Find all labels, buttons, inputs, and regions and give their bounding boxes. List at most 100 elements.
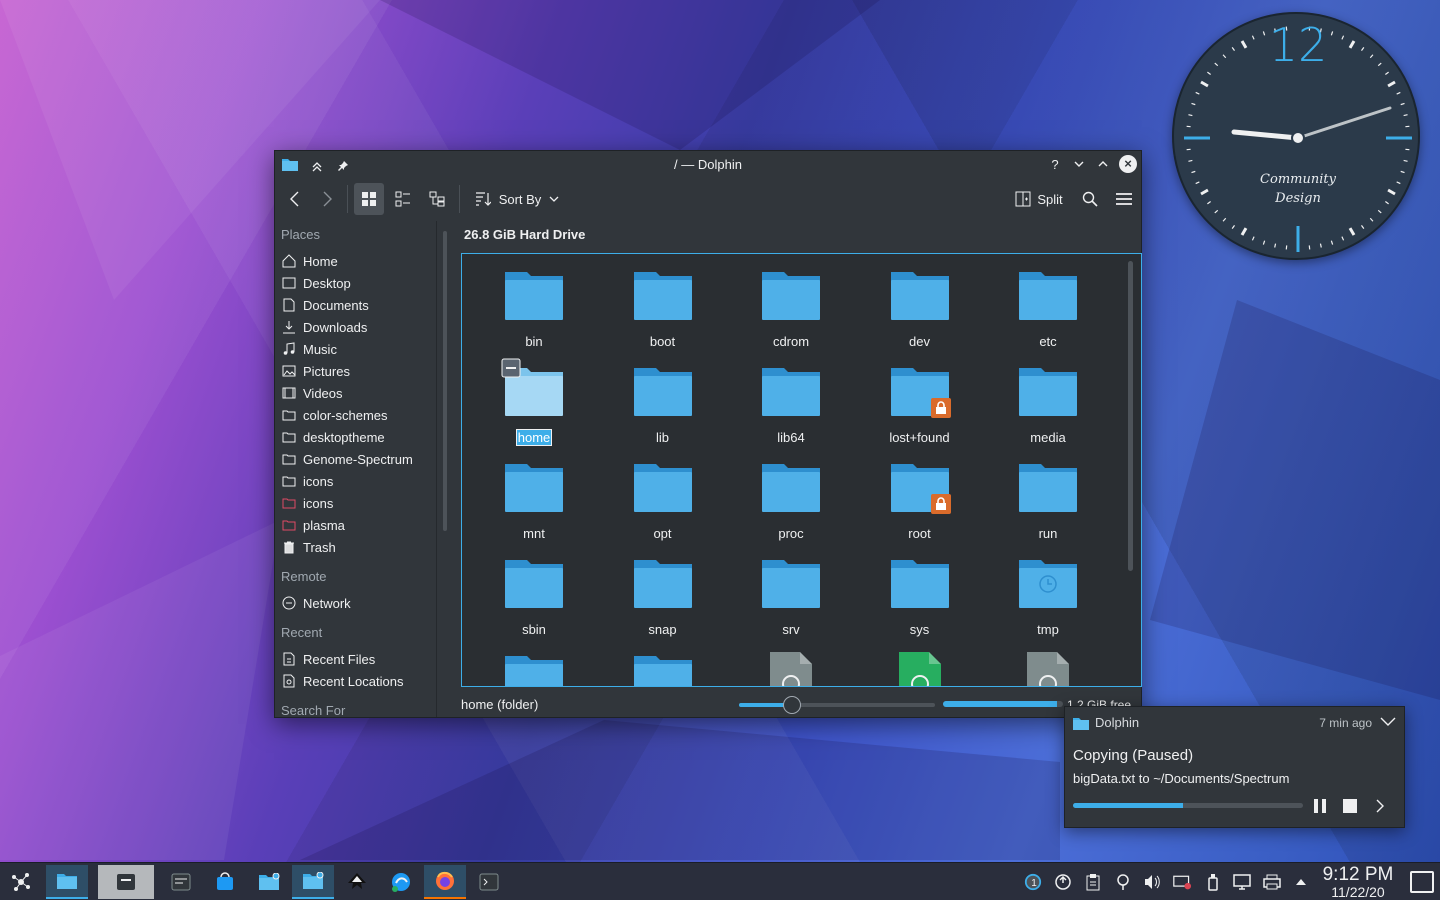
folder-item-proc[interactable]: proc <box>736 450 846 542</box>
file-item[interactable] <box>865 642 975 686</box>
dolphin-files-taskbar-icon[interactable] <box>46 865 88 899</box>
sidebar-item-pictures[interactable]: Pictures <box>281 360 350 382</box>
folder-item-sys[interactable]: sys <box>865 546 975 638</box>
details-chevron-right-icon[interactable] <box>1371 797 1389 815</box>
sidebar-item-genome-spectrum[interactable]: Genome-Spectrum <box>281 448 413 470</box>
folder-icon <box>281 429 297 445</box>
sidebar-item-network[interactable]: Network <box>281 592 351 614</box>
dolphin-window-icon[interactable] <box>248 865 290 899</box>
search-icon[interactable] <box>1077 183 1103 215</box>
folder-item-snap[interactable]: snap <box>608 546 718 638</box>
forward-icon[interactable] <box>315 183 339 215</box>
folder-item-opt[interactable]: opt <box>608 450 718 542</box>
close-icon[interactable]: × <box>1119 155 1137 173</box>
sidebar-item-downloads[interactable]: Downloads <box>281 316 367 338</box>
zoom-slider-handle[interactable] <box>782 696 801 714</box>
settings-window-taskbar-icon[interactable] <box>98 865 154 899</box>
sidebar-item-icons[interactable]: icons <box>281 492 333 514</box>
hamburger-menu-icon[interactable] <box>1111 183 1137 215</box>
folder-item-sbin[interactable]: sbin <box>479 546 589 638</box>
folder-item[interactable] <box>608 642 718 686</box>
sidebar-item-desktoptheme[interactable]: desktoptheme <box>281 426 385 448</box>
sidebar-item-trash[interactable]: Trash <box>281 536 336 558</box>
sidebar-item-desktop[interactable]: Desktop <box>281 272 351 294</box>
folder-item-bin[interactable]: bin <box>479 258 589 350</box>
sidebar-item-recent-files[interactable]: Recent Files <box>281 648 375 670</box>
folder-icon <box>762 368 820 416</box>
folder-item-run[interactable]: run <box>993 450 1103 542</box>
folder-item-etc[interactable]: etc <box>993 258 1103 350</box>
maximize-icon[interactable] <box>1095 156 1111 172</box>
icons-view-button[interactable] <box>354 183 384 215</box>
discover-store-icon[interactable] <box>204 865 246 899</box>
title-bar[interactable]: / — Dolphin ? × <box>275 151 1141 179</box>
back-icon[interactable] <box>283 183 307 215</box>
application-launcher-icon[interactable] <box>0 865 42 899</box>
music-icon <box>281 341 297 357</box>
sidebar-item-music[interactable]: Music <box>281 338 337 360</box>
places-scrollbar[interactable] <box>443 231 447 531</box>
folder-item-srv[interactable]: srv <box>736 546 846 638</box>
lock-icon <box>930 398 951 418</box>
sidebar-item-icons[interactable]: icons <box>281 470 333 492</box>
copy-job-notification[interactable]: Dolphin 7 min ago Copying (Paused) bigDa… <box>1064 706 1405 828</box>
details-view-button[interactable] <box>423 183 451 215</box>
inkscape-icon[interactable] <box>336 865 378 899</box>
stop-icon[interactable] <box>1341 797 1359 815</box>
sidebar-item-color-schemes[interactable]: color-schemes <box>281 404 388 426</box>
folder-item-cdrom[interactable]: cdrom <box>736 258 846 350</box>
sort-by-button[interactable]: Sort By <box>471 183 563 215</box>
volume-icon[interactable] <box>1143 873 1161 891</box>
help-icon[interactable]: ? <box>1047 156 1063 172</box>
folder-item-mnt[interactable]: mnt <box>479 450 589 542</box>
show-desktop-button[interactable] <box>1410 871 1434 893</box>
folder-item-lib[interactable]: lib <box>608 354 718 446</box>
hour-hand <box>1231 129 1301 141</box>
folder-item-label: opt <box>653 526 672 541</box>
minimize-icon[interactable] <box>1071 156 1087 172</box>
clock-time[interactable]: 9:12 PM <box>1316 865 1400 885</box>
selection-status: home (folder) <box>461 697 539 712</box>
folder-item-root[interactable]: root <box>865 450 975 542</box>
folder-item-dev[interactable]: dev <box>865 258 975 350</box>
file-item[interactable] <box>993 642 1103 686</box>
resume-pause-icon[interactable] <box>1311 797 1329 815</box>
updates-icon[interactable] <box>1054 873 1072 891</box>
folder-item-lib64[interactable]: lib64 <box>736 354 846 446</box>
kde-connect-tray-icon[interactable] <box>1114 873 1132 891</box>
sidebar-item-videos[interactable]: Videos <box>281 382 343 404</box>
file-view-scrollbar[interactable] <box>1128 261 1133 571</box>
display-icon[interactable] <box>1173 873 1191 891</box>
folder-item-lost-found[interactable]: lost+found <box>865 354 975 446</box>
split-button[interactable]: Split <box>1011 183 1067 215</box>
clock-date[interactable]: 11/22/20 <box>1316 884 1400 900</box>
file-item[interactable] <box>736 642 846 686</box>
kde-connect-icon[interactable] <box>380 865 422 899</box>
folder-item-tmp[interactable]: tmp <box>993 546 1103 638</box>
sidebar-item-home[interactable]: Home <box>281 250 338 272</box>
file-view[interactable]: bin boot cdrom dev etc home lib lib64 lost+found… <box>461 253 1142 687</box>
sidebar-item-recent-locations[interactable]: Recent Locations <box>281 670 403 692</box>
folder-item-boot[interactable]: boot <box>608 258 718 350</box>
terminal-icon[interactable] <box>468 865 510 899</box>
sidebar-item-plasma[interactable]: plasma <box>281 514 345 536</box>
folder-item-label: sys <box>909 622 930 637</box>
sidebar-item-documents[interactable]: Documents <box>281 294 369 316</box>
folder-icon <box>1019 368 1077 416</box>
dolphin-active-window-icon[interactable] <box>292 865 334 899</box>
printer-icon[interactable] <box>1263 873 1281 891</box>
folder-item-home[interactable]: home <box>479 354 589 446</box>
compact-view-button[interactable] <box>389 183 417 215</box>
notification-app: Dolphin <box>1073 715 1139 730</box>
device-notifier-icon[interactable] <box>1204 873 1222 891</box>
folder-item[interactable] <box>479 642 589 686</box>
firefox-icon[interactable] <box>424 865 466 899</box>
chevron-down-icon[interactable] <box>1380 715 1396 729</box>
folder-item-media[interactable]: media <box>993 354 1103 446</box>
tray-expand-icon[interactable] <box>1292 873 1310 891</box>
analog-clock-widget[interactable]: 12 Community Design <box>1172 12 1420 260</box>
clipboard-icon[interactable] <box>1084 873 1102 891</box>
network-wired-icon[interactable] <box>1233 873 1251 891</box>
zoom-slider[interactable] <box>739 696 935 714</box>
terminal-konsole-icon[interactable] <box>160 865 202 899</box>
